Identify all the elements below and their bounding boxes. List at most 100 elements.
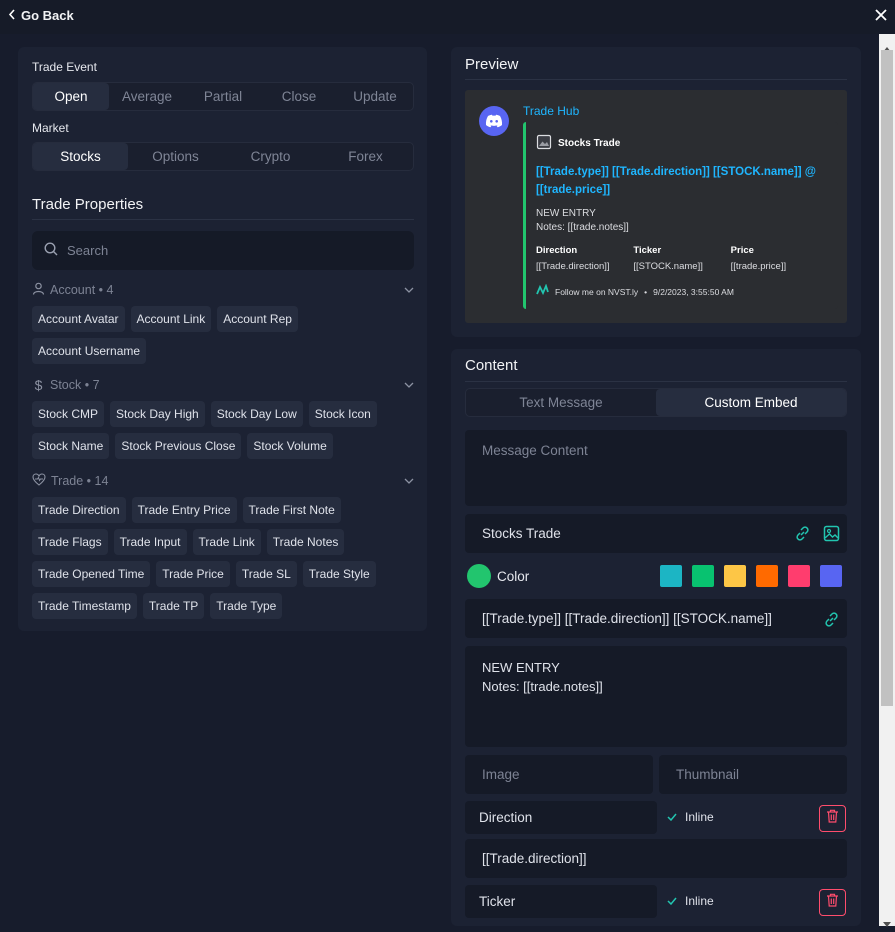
trade-event-label: Trade Event bbox=[32, 60, 97, 74]
chip-trade-price[interactable]: Trade Price bbox=[156, 561, 230, 587]
tab-custom-embed[interactable]: Custom Embed bbox=[656, 389, 846, 416]
chip-trade-type[interactable]: Trade Type bbox=[210, 593, 283, 619]
tab-forex[interactable]: Forex bbox=[318, 143, 413, 170]
scrollbar-thumb[interactable] bbox=[881, 50, 893, 706]
tab-stocks[interactable]: Stocks bbox=[33, 143, 128, 170]
inline-label: Inline bbox=[685, 810, 714, 824]
content-panel: Content Text Message Custom Embed Messag… bbox=[451, 349, 861, 926]
image-input[interactable]: Image bbox=[465, 755, 653, 794]
field-value-input[interactable]: [[Trade.direction]] bbox=[465, 839, 847, 878]
inline-label: Inline bbox=[685, 894, 714, 908]
chip-trade-input[interactable]: Trade Input bbox=[113, 529, 187, 555]
embed-title-value: [[Trade.type]] [[Trade.direction]] [[STO… bbox=[482, 611, 772, 626]
chip-trade-entry-price[interactable]: Trade Entry Price bbox=[131, 497, 237, 523]
embed-author-name: Stocks Trade bbox=[558, 138, 621, 149]
tab-update[interactable]: Update bbox=[337, 83, 413, 110]
field-name-input[interactable]: Direction bbox=[465, 801, 657, 834]
stock-group-header[interactable]: $ Stock • 7 bbox=[32, 376, 414, 394]
embed-field-direction: Direction [[Trade.direction]] bbox=[536, 245, 633, 272]
chip-trade-notes[interactable]: Trade Notes bbox=[266, 529, 345, 555]
chip-trade-first-note[interactable]: Trade First Note bbox=[242, 497, 341, 523]
search-icon bbox=[44, 242, 58, 259]
tab-partial[interactable]: Partial bbox=[185, 83, 261, 110]
delete-field-button[interactable] bbox=[819, 889, 846, 916]
inline-checkbox[interactable]: Inline bbox=[667, 894, 714, 908]
embed-author: Stocks Trade bbox=[536, 134, 828, 153]
chevron-down-icon[interactable] bbox=[404, 476, 414, 487]
link-icon[interactable] bbox=[794, 525, 811, 547]
chip-trade-tp[interactable]: Trade TP bbox=[142, 593, 205, 619]
heart-pulse-icon bbox=[32, 473, 46, 489]
color-swatch-green[interactable] bbox=[692, 565, 714, 587]
thumbnail-input[interactable]: Thumbnail bbox=[659, 755, 847, 794]
chip-stock-volume[interactable]: Stock Volume bbox=[247, 433, 333, 459]
embed-field-name: Direction bbox=[536, 245, 578, 256]
chip-trade-link[interactable]: Trade Link bbox=[192, 529, 261, 555]
content-title: Content bbox=[465, 357, 518, 374]
dollar-icon: $ bbox=[34, 377, 43, 393]
chip-trade-sl[interactable]: Trade SL bbox=[235, 561, 297, 587]
author-name-input[interactable]: Stocks Trade bbox=[465, 514, 847, 553]
color-swatch-teal[interactable] bbox=[660, 565, 682, 587]
scroll-down-icon[interactable] bbox=[883, 914, 891, 932]
stock-group: $ Stock • 7 Stock CMP Stock Day High Sto… bbox=[32, 376, 414, 459]
tab-options[interactable]: Options bbox=[128, 143, 223, 170]
embed-description-input[interactable]: NEW ENTRY Notes: [[trade.notes]] bbox=[465, 646, 847, 747]
search-input[interactable]: Search bbox=[32, 231, 414, 270]
color-swatch-blurple[interactable] bbox=[820, 565, 842, 587]
tab-crypto[interactable]: Crypto bbox=[223, 143, 318, 170]
selected-color-circle[interactable] bbox=[467, 564, 491, 588]
check-icon bbox=[667, 810, 677, 824]
delete-field-button[interactable] bbox=[819, 805, 846, 832]
embed-title-input[interactable]: [[Trade.type]] [[Trade.direction]] [[STO… bbox=[465, 599, 847, 638]
chip-trade-opened-time[interactable]: Trade Opened Time bbox=[32, 561, 151, 587]
close-icon[interactable] bbox=[875, 8, 887, 25]
color-swatch-pink[interactable] bbox=[788, 565, 810, 587]
chip-stock-previous-close[interactable]: Stock Previous Close bbox=[115, 433, 242, 459]
chip-stock-icon[interactable]: Stock Icon bbox=[308, 401, 377, 427]
chip-stock-day-low[interactable]: Stock Day Low bbox=[210, 401, 303, 427]
chip-account-link[interactable]: Account Link bbox=[130, 306, 212, 332]
divider bbox=[465, 79, 847, 80]
trade-group-label: Trade • 14 bbox=[51, 474, 109, 488]
footer-separator: • bbox=[644, 286, 648, 297]
chevron-down-icon[interactable] bbox=[404, 380, 414, 391]
tab-close[interactable]: Close bbox=[261, 83, 337, 110]
market-tabs: Stocks Options Crypto Forex bbox=[32, 142, 414, 171]
chip-trade-style[interactable]: Trade Style bbox=[302, 561, 376, 587]
trade-group: Trade • 14 Trade Direction Trade Entry P… bbox=[32, 472, 414, 619]
chip-trade-timestamp[interactable]: Trade Timestamp bbox=[32, 593, 137, 619]
inline-checkbox[interactable]: Inline bbox=[667, 810, 714, 824]
message-content-placeholder: Message Content bbox=[482, 443, 588, 458]
scrollbar[interactable] bbox=[879, 34, 895, 927]
tab-average[interactable]: Average bbox=[109, 83, 185, 110]
chip-account-username[interactable]: Account Username bbox=[32, 338, 147, 364]
chip-account-avatar[interactable]: Account Avatar bbox=[32, 306, 125, 332]
link-icon[interactable] bbox=[823, 611, 840, 633]
account-group-label: Account • 4 bbox=[50, 283, 114, 297]
field-name-input[interactable]: Ticker bbox=[465, 885, 657, 918]
chip-trade-flags[interactable]: Trade Flags bbox=[32, 529, 108, 555]
trade-group-header[interactable]: Trade • 14 bbox=[32, 472, 414, 490]
image-icon[interactable] bbox=[823, 525, 840, 547]
trash-icon bbox=[826, 809, 839, 828]
account-group-header[interactable]: Account • 4 bbox=[32, 281, 414, 299]
chip-stock-cmp[interactable]: Stock CMP bbox=[32, 401, 105, 427]
chevron-left-icon bbox=[8, 8, 17, 23]
chip-account-rep[interactable]: Account Rep bbox=[217, 306, 298, 332]
color-swatch-yellow[interactable] bbox=[724, 565, 746, 587]
color-swatch-orange[interactable] bbox=[756, 565, 778, 587]
chip-stock-name[interactable]: Stock Name bbox=[32, 433, 110, 459]
image-placeholder: Image bbox=[482, 767, 520, 782]
chip-stock-day-high[interactable]: Stock Day High bbox=[110, 401, 205, 427]
chevron-down-icon[interactable] bbox=[404, 285, 414, 296]
top-bar: Go Back bbox=[0, 0, 895, 34]
chip-trade-direction[interactable]: Trade Direction bbox=[32, 497, 126, 523]
go-back-button[interactable]: Go Back bbox=[8, 8, 74, 23]
bot-name: Trade Hub bbox=[523, 104, 580, 118]
tab-open[interactable]: Open bbox=[33, 83, 109, 110]
tab-text-message[interactable]: Text Message bbox=[466, 389, 656, 416]
message-content-input[interactable]: Message Content bbox=[465, 430, 847, 506]
account-group: Account • 4 Account Avatar Account Link … bbox=[32, 281, 414, 364]
color-label: Color bbox=[497, 569, 530, 584]
